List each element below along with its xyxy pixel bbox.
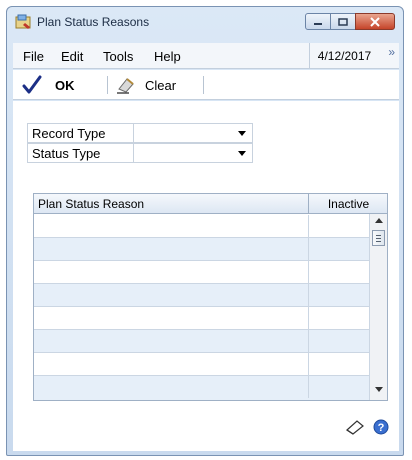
minimize-button[interactable] bbox=[305, 13, 331, 30]
menu-file[interactable]: File bbox=[23, 49, 44, 64]
eraser-icon bbox=[117, 78, 134, 94]
help-icon[interactable]: ? bbox=[373, 419, 389, 438]
scroll-thumb[interactable] bbox=[372, 230, 385, 246]
menu-tools[interactable]: Tools bbox=[103, 49, 133, 64]
window-title: Plan Status Reasons bbox=[37, 15, 150, 29]
menu-overflow-icon[interactable]: » bbox=[388, 45, 395, 59]
grip-line bbox=[376, 241, 381, 242]
reason-cell[interactable] bbox=[34, 376, 308, 398]
scroll-up-icon[interactable] bbox=[375, 218, 383, 223]
form-body: Record Type Status Type Plan Status Reas… bbox=[13, 101, 399, 451]
footer-icons: ? bbox=[345, 418, 389, 439]
title-bar[interactable]: Plan Status Reasons bbox=[7, 7, 403, 37]
note-icon[interactable] bbox=[345, 418, 365, 439]
clear-label: Clear bbox=[145, 77, 177, 93]
reason-cell[interactable] bbox=[34, 215, 308, 237]
maximize-icon bbox=[338, 17, 348, 26]
menu-edit[interactable]: Edit bbox=[61, 49, 83, 64]
checkmark-icon bbox=[22, 75, 42, 94]
reason-cell[interactable] bbox=[34, 284, 308, 306]
plan-status-reason-grid: Plan Status Reason Inactive bbox=[33, 193, 388, 401]
chevron-down-icon bbox=[238, 131, 246, 136]
grip-line bbox=[376, 238, 381, 239]
maximize-button[interactable] bbox=[330, 13, 356, 30]
close-button[interactable] bbox=[355, 13, 395, 30]
toolbar-separator bbox=[107, 76, 108, 94]
scroll-down-icon[interactable] bbox=[375, 387, 383, 392]
table-row[interactable] bbox=[34, 330, 387, 353]
ok-button[interactable]: OK bbox=[21, 70, 75, 100]
status-type-dropdown[interactable] bbox=[133, 143, 253, 163]
grid-header: Plan Status Reason Inactive bbox=[34, 194, 387, 214]
table-row[interactable] bbox=[34, 376, 387, 400]
toolbar-separator bbox=[203, 76, 204, 94]
table-row[interactable] bbox=[34, 307, 387, 330]
toolbar: OK Clear bbox=[13, 70, 399, 100]
svg-text:?: ? bbox=[378, 422, 385, 434]
status-type-label: Status Type bbox=[27, 143, 133, 163]
close-icon bbox=[370, 16, 380, 27]
menu-help[interactable]: Help bbox=[154, 49, 181, 64]
record-type-dropdown[interactable] bbox=[133, 123, 253, 143]
record-type-label: Record Type bbox=[27, 123, 133, 143]
table-row[interactable] bbox=[34, 353, 387, 376]
clear-button[interactable]: Clear bbox=[115, 70, 176, 100]
user-date[interactable]: 4/12/2017 bbox=[309, 43, 379, 69]
vertical-scrollbar[interactable] bbox=[369, 214, 387, 400]
reason-cell[interactable] bbox=[34, 307, 308, 329]
table-row[interactable] bbox=[34, 238, 387, 261]
reason-cell[interactable] bbox=[34, 330, 308, 352]
grip-line bbox=[376, 235, 381, 236]
window-controls bbox=[305, 13, 395, 30]
column-header-plan-status-reason[interactable]: Plan Status Reason bbox=[38, 197, 144, 211]
chevron-down-icon bbox=[238, 151, 246, 156]
plan-status-app-icon bbox=[15, 14, 33, 30]
reason-cell[interactable] bbox=[34, 261, 308, 283]
table-row[interactable] bbox=[34, 215, 387, 238]
column-header-inactive[interactable]: Inactive bbox=[308, 194, 388, 214]
ok-label: OK bbox=[55, 77, 75, 93]
table-row[interactable] bbox=[34, 284, 387, 307]
plan-status-reasons-window: Plan Status Reasons File Edit Tools Help… bbox=[6, 6, 404, 456]
reason-cell[interactable] bbox=[34, 353, 308, 375]
reason-cell[interactable] bbox=[34, 238, 308, 260]
menu-bar: File Edit Tools Help 4/12/2017 » bbox=[13, 43, 399, 69]
minimize-icon bbox=[314, 22, 322, 25]
table-row[interactable] bbox=[34, 261, 387, 284]
